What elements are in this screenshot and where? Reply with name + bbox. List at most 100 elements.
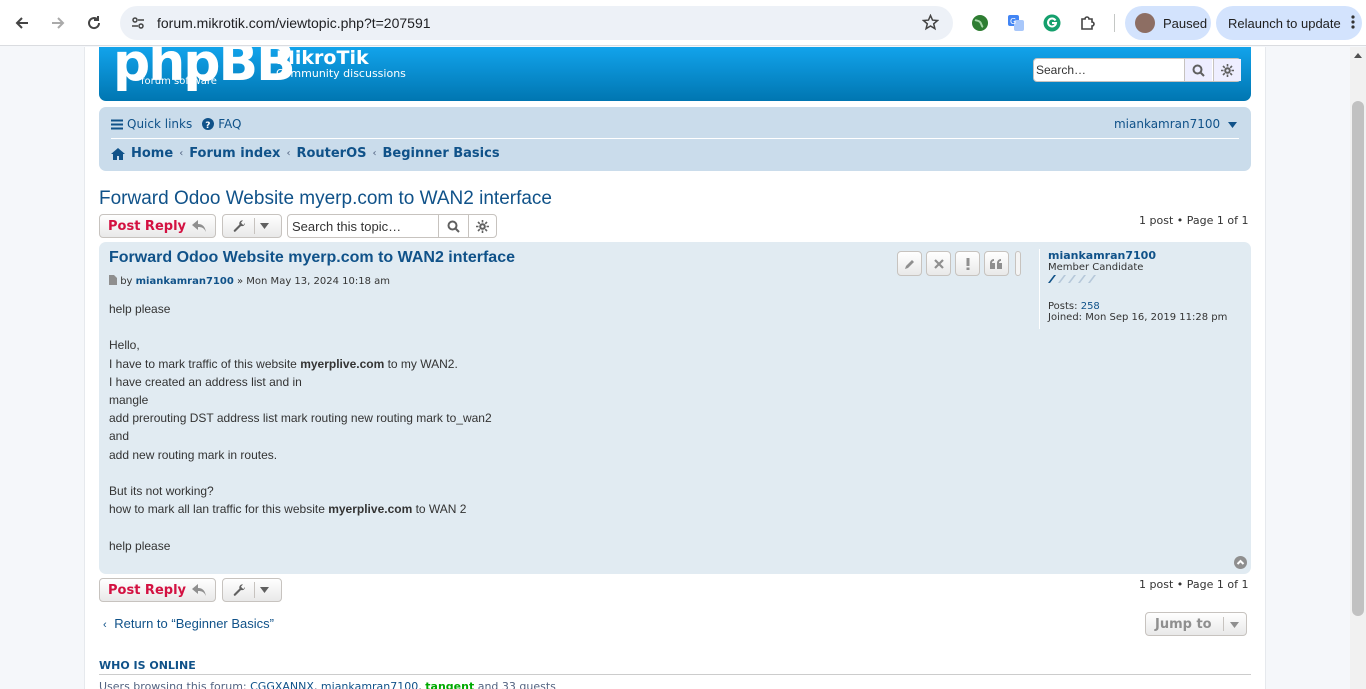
post-actions-overflow[interactable] <box>1015 251 1021 276</box>
topic-title[interactable]: Forward Odoo Website myerp.com to WAN2 i… <box>99 188 552 210</box>
topic-tools-button-bottom[interactable] <box>222 578 282 602</box>
quick-links-menu[interactable]: Quick links <box>111 117 192 131</box>
site-info-icon[interactable] <box>130 15 146 35</box>
online-user-link[interactable]: tangent <box>425 680 474 689</box>
post-line: I have created an address list and in <box>109 374 302 389</box>
search-icon[interactable] <box>1184 59 1212 81</box>
back-to-top-icon[interactable] <box>1234 554 1247 573</box>
quote-icon[interactable] <box>984 251 1009 276</box>
post: Forward Odoo Website myerp.com to WAN2 i… <box>99 242 1251 574</box>
quick-links-label: Quick links <box>127 117 193 131</box>
advanced-search-gear-icon[interactable] <box>1213 59 1241 81</box>
logo-subtitle: forum software <box>141 76 217 87</box>
search-icon[interactable] <box>438 215 468 237</box>
post-reply-button-bottom[interactable]: Post Reply <box>99 578 216 602</box>
forum-header: phpBB forum software MikroTik Community … <box>99 47 1251 101</box>
post-line <box>109 464 909 482</box>
by-label: by <box>120 276 133 287</box>
breadcrumb-beginner-basics[interactable]: Beginner Basics <box>383 146 500 161</box>
globe-extension-icon[interactable] <box>969 12 991 34</box>
svg-text:?: ? <box>206 121 211 130</box>
report-exclamation-icon[interactable] <box>955 251 980 276</box>
topic-search-input[interactable]: Search this topic… <box>292 219 401 234</box>
reply-arrow-icon <box>192 220 206 232</box>
toolbar-divider <box>1114 14 1115 32</box>
posts-label: Posts: <box>1048 301 1078 312</box>
post-line: Hello, <box>109 338 140 353</box>
topic-tools-button[interactable] <box>222 214 282 238</box>
post-author-link[interactable]: miankamran7100 <box>136 276 234 287</box>
profile-button[interactable]: Paused <box>1125 6 1211 40</box>
post-reply-label: Post Reply <box>108 218 186 234</box>
reply-arrow-icon <box>192 584 206 596</box>
svg-text:G: G <box>1010 17 1016 26</box>
wrench-icon <box>233 583 246 596</box>
site-name[interactable]: MikroTik <box>276 47 369 69</box>
breadcrumb-routeros[interactable]: RouterOS <box>296 146 366 161</box>
bookmark-star-icon[interactable] <box>921 13 940 35</box>
post-line: I have to mark traffic of this website m… <box>109 355 909 373</box>
faq-link[interactable]: ? FAQ <box>202 117 241 131</box>
post-profile: miankamran7100 Member Candidate Posts: 2… <box>1039 249 1239 329</box>
post-actions <box>897 251 1021 276</box>
online-user-link[interactable]: CGGXANNX <box>250 680 314 689</box>
post-text: how to mark all lan traffic for this web… <box>109 502 329 517</box>
grammarly-extension-icon[interactable] <box>1041 12 1063 34</box>
joined-date: Mon Sep 16, 2019 11:28 pm <box>1085 312 1228 323</box>
chevron-left-icon: ‹ <box>179 148 184 159</box>
address-bar[interactable]: forum.mikrotik.com/viewtopic.php?t=20759… <box>120 6 953 40</box>
pagination-bottom: 1 post • Page 1 of 1 <box>1139 578 1249 591</box>
browser-toolbar: forum.mikrotik.com/viewtopic.php?t=20759… <box>0 0 1366 46</box>
joined-label: Joined: <box>1048 312 1083 323</box>
page-scrollbar[interactable] <box>1350 47 1366 689</box>
reload-icon[interactable] <box>80 9 108 37</box>
post-line: add new routing mark in routes. <box>109 447 278 462</box>
home-icon <box>111 147 125 160</box>
post-bold-text: myerplive.com <box>300 356 385 371</box>
rank-image <box>1048 275 1239 286</box>
post-author-line: by miankamran7100 » Mon May 13, 2024 10:… <box>109 275 390 287</box>
gear-icon[interactable] <box>468 215 496 237</box>
chevron-left-icon: ‹ <box>103 619 107 631</box>
post-reply-button[interactable]: Post Reply <box>99 214 216 238</box>
breadcrumb-forum-index[interactable]: Forum index <box>189 146 280 161</box>
site-description: Community discussions <box>276 67 406 80</box>
post-text: I have to mark traffic of this website <box>109 356 301 371</box>
url-text: forum.mikrotik.com/viewtopic.php?t=20759… <box>157 15 431 31</box>
caret-down-icon <box>1228 122 1237 128</box>
relaunch-label: Relaunch to update <box>1228 15 1341 31</box>
scroll-thumb[interactable] <box>1352 101 1364 616</box>
post-line: add prerouting DST address list mark rou… <box>109 411 492 426</box>
forum-wrapper: phpBB forum software MikroTik Community … <box>84 47 1266 689</box>
faq-label: FAQ <box>218 117 242 131</box>
edit-pencil-icon[interactable] <box>897 251 922 276</box>
jump-to-dropdown[interactable]: Jump to <box>1145 612 1247 636</box>
chevron-left-icon: ‹ <box>372 148 377 159</box>
post-line <box>109 518 909 536</box>
post-file-icon <box>109 275 117 285</box>
delete-x-icon[interactable] <box>926 251 951 276</box>
forward-icon[interactable] <box>44 9 72 37</box>
back-icon[interactable] <box>8 9 36 37</box>
breadcrumb-home[interactable]: Home <box>131 146 173 161</box>
user-menu-name: miankamran7100 <box>1113 117 1221 131</box>
posts-count-link[interactable]: 258 <box>1081 301 1100 312</box>
post-title[interactable]: Forward Odoo Website myerp.com to WAN2 i… <box>109 249 515 267</box>
header-search-input[interactable]: Search… <box>1034 59 1184 81</box>
profile-posts: Posts: 258 <box>1048 301 1239 312</box>
post-content: help please Hello, I have to mark traffi… <box>109 300 909 555</box>
avatar <box>1135 13 1155 33</box>
profile-username[interactable]: miankamran7100 <box>1048 249 1239 262</box>
kebab-menu-icon[interactable] <box>1351 14 1355 32</box>
profile-joined: Joined: Mon Sep 16, 2019 11:28 pm <box>1048 312 1239 323</box>
jump-to-label: Jump to <box>1155 617 1212 632</box>
extensions-puzzle-icon[interactable] <box>1077 12 1099 34</box>
relaunch-button[interactable]: Relaunch to update <box>1216 6 1362 40</box>
post-date: » Mon May 13, 2024 10:18 am <box>237 276 390 287</box>
user-menu[interactable]: miankamran7100 <box>1114 117 1237 131</box>
scroll-up-arrow-icon[interactable] <box>1354 53 1362 58</box>
profile-rank: Member Candidate <box>1048 262 1144 273</box>
online-user-link[interactable]: miankamran7100 <box>321 680 418 689</box>
return-to-forum-link[interactable]: ‹ Return to “Beginner Basics” <box>103 616 274 631</box>
translate-extension-icon[interactable]: G <box>1005 12 1027 34</box>
